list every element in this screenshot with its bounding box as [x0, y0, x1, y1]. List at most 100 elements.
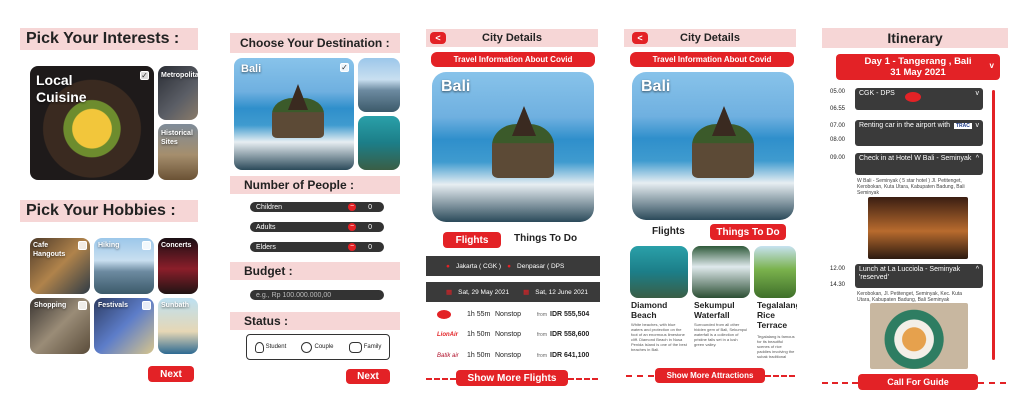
- chevron-down-icon[interactable]: v: [990, 60, 994, 71]
- calendar-icon: ▦: [523, 289, 530, 296]
- day-label: Day 1 - Tangerang , Bali: [864, 56, 972, 67]
- chevron-down-icon[interactable]: v: [976, 122, 980, 130]
- location-pin-icon: ●: [507, 262, 512, 270]
- destination-label: Bali: [241, 63, 262, 75]
- date-from[interactable]: Sat, 29 May 2021: [458, 289, 509, 296]
- hobby-card-shopping[interactable]: Shopping: [30, 298, 90, 354]
- covid-info-button[interactable]: Travel Information About Covid: [431, 52, 595, 67]
- day-date: 31 May 2021: [890, 67, 946, 78]
- attraction-image[interactable]: [692, 246, 750, 298]
- interest-label: Historical Sites: [161, 130, 193, 146]
- hobby-label: Sunbath: [161, 302, 189, 309]
- hobby-card-concerts[interactable]: Concerts: [158, 238, 198, 294]
- budget-input[interactable]: e.g., Rp 100.000.000,00: [250, 290, 384, 300]
- counter-label: Adults: [256, 223, 276, 231]
- checkbox-icon[interactable]: [142, 241, 151, 250]
- elders-counter[interactable]: Elders − 0: [250, 242, 384, 252]
- tab-flights[interactable]: Flights: [652, 226, 685, 237]
- date-to[interactable]: Sat, 12 June 2021: [535, 289, 588, 296]
- timeline-scrollbar[interactable]: [992, 90, 995, 360]
- show-more-attractions-button[interactable]: Show More Attractions: [655, 368, 765, 383]
- interest-card-metropolitan[interactable]: Metropolitan City: [158, 66, 198, 120]
- hobby-card-sunbath[interactable]: Sunbath: [158, 298, 198, 354]
- chevron-up-icon[interactable]: ^: [976, 155, 979, 163]
- interest-label: Metropolitan City: [161, 72, 198, 79]
- people-title: Number of People :: [230, 176, 400, 194]
- call-for-guide-button[interactable]: Call For Guide: [858, 374, 978, 390]
- counter-label: Children: [256, 203, 283, 211]
- divider-left: [426, 378, 456, 380]
- itinerary-item-lunch[interactable]: Lunch at La Lucciola - Seminyak 'reserve…: [855, 264, 983, 288]
- checkbox-icon[interactable]: [78, 241, 87, 250]
- hobby-card-cafe[interactable]: Cafe Hangouts: [30, 238, 90, 294]
- checkbox-icon[interactable]: [142, 301, 151, 310]
- itinerary-item-flight[interactable]: CGK - DPS v: [855, 88, 983, 110]
- divider-right: [978, 382, 1006, 384]
- city-name: Bali: [441, 78, 471, 95]
- back-button[interactable]: <: [430, 32, 446, 44]
- city-details-header: City Details: [624, 29, 796, 47]
- pagoda-image: [712, 106, 736, 136]
- flight-row[interactable]: Batik air 1h 50m Nonstop from IDR 641,10…: [437, 352, 597, 359]
- attraction-description: Surrounded from all other hidden gem of …: [694, 322, 748, 347]
- item-description: Kerobokan, Jl. Petitenget, Seminyak, Kec…: [857, 291, 963, 303]
- status-title: Status :: [230, 312, 400, 330]
- attraction-image[interactable]: [754, 246, 796, 298]
- interests-title: Pick Your Interests :: [20, 28, 198, 50]
- hobby-card-festivals[interactable]: Festivals: [94, 298, 154, 354]
- flight-type: Nonstop: [495, 311, 522, 318]
- tab-things-to-do[interactable]: Things To Do: [710, 224, 786, 240]
- covid-info-button[interactable]: Travel Information About Covid: [630, 52, 794, 67]
- flight-price: IDR 555,504: [550, 311, 590, 318]
- status-option-couple[interactable]: Couple: [301, 341, 334, 353]
- tab-things-to-do[interactable]: Things To Do: [514, 233, 577, 244]
- destination-card-alt1[interactable]: [358, 58, 400, 112]
- tab-flights[interactable]: Flights: [443, 232, 501, 248]
- itinerary-item-hotel[interactable]: Check in at Hotel W Bali - Seminyak ^: [855, 153, 983, 175]
- minus-icon[interactable]: −: [348, 243, 356, 251]
- attraction-name[interactable]: Sekumpul Waterfall: [694, 300, 750, 320]
- status-option-family[interactable]: Family: [348, 341, 381, 353]
- minus-icon[interactable]: −: [348, 203, 356, 211]
- hobby-label: Concerts: [161, 242, 192, 249]
- attraction-image[interactable]: [630, 246, 688, 298]
- status-option-student[interactable]: Student: [254, 341, 286, 353]
- next-button[interactable]: Next: [346, 369, 390, 384]
- city-image: Bali: [632, 72, 794, 220]
- hobby-card-hiking[interactable]: Hiking: [94, 238, 154, 294]
- flight-row[interactable]: LionAir 1h 50m Nonstop from IDR 558,600: [437, 331, 597, 338]
- minus-icon[interactable]: −: [348, 223, 356, 231]
- route-to[interactable]: Denpasar ( DPS: [517, 263, 564, 270]
- destination-card-bali[interactable]: Bali ✓: [234, 58, 354, 170]
- chevron-down-icon[interactable]: v: [976, 90, 980, 97]
- children-counter[interactable]: Children − 0: [250, 202, 384, 212]
- flight-row[interactable]: 1h 55m Nonstop from IDR 555,504: [437, 310, 597, 319]
- status-selector[interactable]: Student Couple Family: [246, 334, 390, 360]
- checkbox-icon[interactable]: [78, 301, 87, 310]
- hotel-image: [868, 197, 968, 259]
- interest-card-local-cuisine[interactable]: Local Cuisine ✓: [30, 66, 154, 180]
- next-button[interactable]: Next: [148, 366, 194, 382]
- calendar-icon: ▦: [446, 289, 453, 296]
- family-icon: [348, 341, 362, 353]
- checkbox-checked-icon[interactable]: ✓: [340, 63, 349, 72]
- day-selector[interactable]: Day 1 - Tangerang , Bali 31 May 2021 v: [836, 54, 1000, 80]
- adults-counter[interactable]: Adults − 0: [250, 222, 384, 232]
- flight-type: Nonstop: [495, 352, 522, 359]
- lion-air-logo: LionAir: [437, 331, 458, 338]
- attraction-name[interactable]: Tegalalang Rice Terrace: [757, 300, 797, 332]
- attraction-name[interactable]: Diamond Beach: [631, 300, 689, 320]
- route-bar: ● Jakarta ( CGK ) ● Denpasar ( DPS: [426, 256, 600, 276]
- divider-right: [765, 375, 795, 377]
- chevron-up-icon[interactable]: ^: [976, 266, 979, 274]
- route-from[interactable]: Jakarta ( CGK ): [456, 263, 501, 270]
- interest-card-historical[interactable]: Historical Sites: [158, 124, 198, 180]
- checkbox-checked-icon[interactable]: ✓: [140, 71, 149, 80]
- back-button[interactable]: <: [632, 32, 648, 44]
- flight-duration: 1h 50m: [467, 331, 491, 338]
- show-more-flights-button[interactable]: Show More Flights: [456, 370, 568, 386]
- destination-card-alt2[interactable]: [358, 116, 400, 170]
- location-pin-icon: ●: [446, 262, 450, 270]
- airasia-logo: [437, 310, 451, 319]
- itinerary-item-car-rental[interactable]: Renting car in the airport with TRAC v: [855, 120, 983, 146]
